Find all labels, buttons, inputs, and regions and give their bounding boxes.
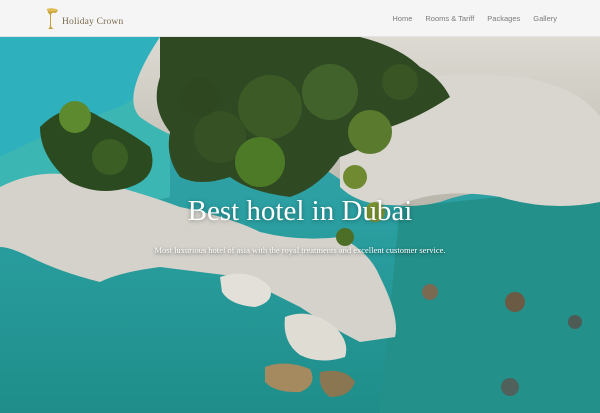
nav-gallery[interactable]: Gallery [533,14,557,23]
nav-home[interactable]: Home [392,14,412,23]
hero-banner: Best hotel in Dubai Most luxurious hotel… [0,37,600,413]
main-nav: Home Rooms & Tariff Packages Gallery [379,0,557,37]
nav-rooms-tariff[interactable]: Rooms & Tariff [425,14,474,23]
crown-cup-icon [45,7,59,31]
hero-subtitle: Most luxurious hotel of asia with the ro… [154,245,446,255]
top-navbar: Holiday Crown Home Rooms & Tariff Packag… [0,0,600,37]
brand-logo-link[interactable]: Holiday Crown [45,6,123,32]
hero-title: Best hotel in Dubai [187,195,413,227]
nav-packages[interactable]: Packages [487,14,520,23]
brand-name: Holiday Crown [62,17,124,27]
